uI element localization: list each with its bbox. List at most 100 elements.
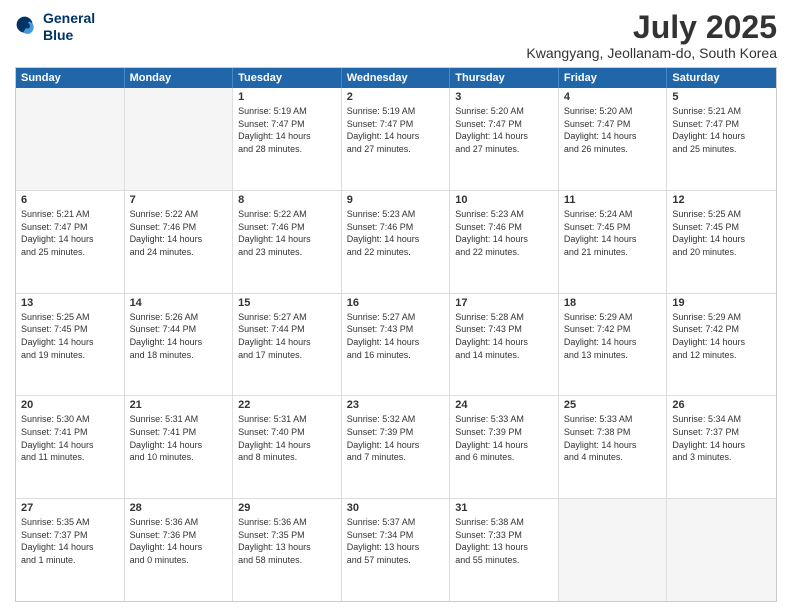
- calendar-cell: 26Sunrise: 5:34 AMSunset: 7:37 PMDayligh…: [667, 396, 776, 498]
- cell-line: Sunrise: 5:26 AM: [130, 311, 228, 324]
- calendar-cell: 3Sunrise: 5:20 AMSunset: 7:47 PMDaylight…: [450, 88, 559, 190]
- cell-line: Sunrise: 5:21 AM: [672, 105, 771, 118]
- day-number: 28: [130, 502, 228, 514]
- calendar-cell: 22Sunrise: 5:31 AMSunset: 7:40 PMDayligh…: [233, 396, 342, 498]
- day-number: 22: [238, 399, 336, 411]
- cell-line: Sunset: 7:43 PM: [455, 323, 553, 336]
- cell-line: Sunrise: 5:29 AM: [672, 311, 771, 324]
- cell-line: Daylight: 14 hours: [564, 439, 662, 452]
- calendar-cell: 17 Sunrise: 5:28 AMSunset: 7:43 PMDayligh…: [450, 294, 559, 396]
- cell-line: Daylight: 14 hours: [21, 233, 119, 246]
- cell-line: Sunset: 7:45 PM: [672, 221, 771, 234]
- day-number: 14: [130, 297, 228, 309]
- cell-line: Sunrise: 5:19 AM: [347, 105, 445, 118]
- weekday-header: Friday: [559, 68, 668, 88]
- calendar-cell: 8Sunrise: 5:22 AMSunset: 7:46 PMDaylight…: [233, 191, 342, 293]
- cell-line: and 3 minutes.: [672, 451, 771, 464]
- calendar-cell: 5Sunrise: 5:21 AMSunset: 7:47 PMDaylight…: [667, 88, 776, 190]
- calendar-header: SundayMondayTuesdayWednesdayThursdayFrid…: [16, 68, 776, 88]
- weekday-header: Thursday: [450, 68, 559, 88]
- weekday-header: Wednesday: [342, 68, 451, 88]
- cell-line: Sunset: 7:40 PM: [238, 426, 336, 439]
- cell-line: Daylight: 13 hours: [455, 541, 553, 554]
- day-number: 20: [21, 399, 119, 411]
- cell-line: Sunrise: 5:33 AM: [455, 413, 553, 426]
- cell-line: Sunset: 7:46 PM: [238, 221, 336, 234]
- cell-line: Sunrise: 5:25 AM: [21, 311, 119, 324]
- cell-line: and 58 minutes.: [238, 554, 336, 567]
- calendar-cell: 28Sunrise: 5:36 AMSunset: 7:36 PMDayligh…: [125, 499, 234, 601]
- cell-line: Daylight: 14 hours: [238, 130, 336, 143]
- cell-line: Sunrise: 5:22 AM: [130, 208, 228, 221]
- cell-line: and 16 minutes.: [347, 349, 445, 362]
- calendar-cell: 13Sunrise: 5:25 AMSunset: 7:45 PMDayligh…: [16, 294, 125, 396]
- day-number: 17: [455, 297, 553, 309]
- day-number: 1: [238, 91, 336, 103]
- cell-line: Sunrise: 5:20 AM: [564, 105, 662, 118]
- cell-line: and 20 minutes.: [672, 246, 771, 259]
- day-number: 3: [455, 91, 553, 103]
- cell-line: Sunset: 7:39 PM: [347, 426, 445, 439]
- cell-line: and 12 minutes.: [672, 349, 771, 362]
- logo-line2: Blue: [43, 27, 95, 44]
- day-number: 10: [455, 194, 553, 206]
- day-number: 11: [564, 194, 662, 206]
- day-number: 5: [672, 91, 771, 103]
- calendar-cell: 9Sunrise: 5:23 AMSunset: 7:46 PMDaylight…: [342, 191, 451, 293]
- cell-line: and 21 minutes.: [564, 246, 662, 259]
- cell-line: Daylight: 14 hours: [130, 541, 228, 554]
- cell-line: Sunrise: 5:19 AM: [238, 105, 336, 118]
- calendar: SundayMondayTuesdayWednesdayThursdayFrid…: [15, 67, 777, 602]
- cell-line: and 4 minutes.: [564, 451, 662, 464]
- cell-line: Daylight: 13 hours: [238, 541, 336, 554]
- cell-line: Sunrise: 5:22 AM: [238, 208, 336, 221]
- calendar-row: 20Sunrise: 5:30 AMSunset: 7:41 PMDayligh…: [16, 396, 776, 499]
- calendar-cell: 10Sunrise: 5:23 AMSunset: 7:46 PMDayligh…: [450, 191, 559, 293]
- day-number: 4: [564, 91, 662, 103]
- cell-line: and 7 minutes.: [347, 451, 445, 464]
- day-number: 25: [564, 399, 662, 411]
- cell-line: Sunset: 7:33 PM: [455, 529, 553, 542]
- cell-line: Sunrise: 5:29 AM: [564, 311, 662, 324]
- cell-line: Daylight: 14 hours: [21, 541, 119, 554]
- calendar-cell: 16Sunrise: 5:27 AMSunset: 7:43 PMDayligh…: [342, 294, 451, 396]
- cell-line: Daylight: 14 hours: [238, 233, 336, 246]
- cell-line: and 25 minutes.: [21, 246, 119, 259]
- cell-line: Daylight: 14 hours: [455, 336, 553, 349]
- calendar-cell: 18Sunrise: 5:29 AMSunset: 7:42 PMDayligh…: [559, 294, 668, 396]
- cell-line: Sunrise: 5:28 AM: [455, 311, 553, 324]
- cell-line: Daylight: 14 hours: [455, 233, 553, 246]
- cell-line: and 26 minutes.: [564, 143, 662, 156]
- cell-line: Daylight: 14 hours: [564, 233, 662, 246]
- calendar-cell: [16, 88, 125, 190]
- cell-line: Sunset: 7:47 PM: [455, 118, 553, 131]
- cell-line: Sunset: 7:45 PM: [564, 221, 662, 234]
- cell-line: and 18 minutes.: [130, 349, 228, 362]
- cell-line: Sunset: 7:37 PM: [672, 426, 771, 439]
- cell-line: Daylight: 14 hours: [130, 439, 228, 452]
- cell-line: Daylight: 14 hours: [564, 130, 662, 143]
- day-number: 27: [21, 502, 119, 514]
- weekday-header: Tuesday: [233, 68, 342, 88]
- cell-line: Daylight: 14 hours: [21, 439, 119, 452]
- cell-line: Sunset: 7:41 PM: [21, 426, 119, 439]
- cell-line: Sunset: 7:45 PM: [21, 323, 119, 336]
- cell-line: and 55 minutes.: [455, 554, 553, 567]
- cell-line: Sunset: 7:34 PM: [347, 529, 445, 542]
- calendar-cell: [667, 499, 776, 601]
- calendar-cell: 12Sunrise: 5:25 AMSunset: 7:45 PMDayligh…: [667, 191, 776, 293]
- cell-line: Sunset: 7:43 PM: [347, 323, 445, 336]
- cell-line: Daylight: 14 hours: [347, 336, 445, 349]
- cell-line: Sunrise: 5:27 AM: [347, 311, 445, 324]
- calendar-cell: 27Sunrise: 5:35 AMSunset: 7:37 PMDayligh…: [16, 499, 125, 601]
- cell-line: Sunrise: 5:36 AM: [130, 516, 228, 529]
- calendar-cell: 1Sunrise: 5:19 AMSunset: 7:47 PMDaylight…: [233, 88, 342, 190]
- cell-line: Daylight: 14 hours: [130, 233, 228, 246]
- cell-line: and 11 minutes.: [21, 451, 119, 464]
- cell-line: and 0 minutes.: [130, 554, 228, 567]
- cell-line: Sunset: 7:37 PM: [21, 529, 119, 542]
- day-number: 2: [347, 91, 445, 103]
- calendar-cell: 11Sunrise: 5:24 AMSunset: 7:45 PMDayligh…: [559, 191, 668, 293]
- cell-line: Sunset: 7:38 PM: [564, 426, 662, 439]
- weekday-header: Saturday: [667, 68, 776, 88]
